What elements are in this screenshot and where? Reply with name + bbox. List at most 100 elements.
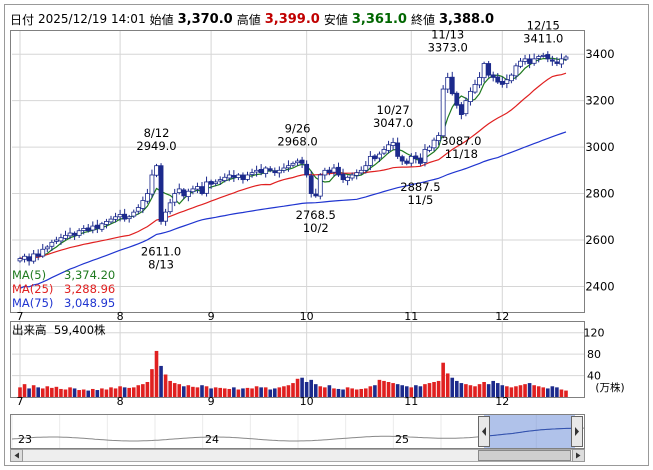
candle-up bbox=[481, 63, 487, 79]
volume-bar bbox=[514, 386, 518, 397]
volume-bar bbox=[195, 387, 200, 397]
candle-up bbox=[349, 174, 355, 179]
ma25-legend-row: MA(25) 3,288.96 bbox=[12, 282, 115, 296]
navigator-label: 25 bbox=[395, 433, 409, 446]
candle-up bbox=[276, 169, 282, 174]
scroll-thumb[interactable] bbox=[478, 450, 571, 461]
volume-bar bbox=[341, 389, 345, 397]
candle-up bbox=[477, 77, 482, 86]
candle-up bbox=[536, 56, 542, 59]
candle-up bbox=[281, 167, 287, 171]
candle-up bbox=[559, 58, 564, 65]
candle-down bbox=[26, 256, 32, 262]
candle-down bbox=[395, 142, 401, 157]
candle-down bbox=[240, 174, 246, 181]
volume-bar bbox=[227, 388, 232, 397]
volume-bar bbox=[532, 385, 536, 397]
volume-bar bbox=[536, 386, 541, 397]
candle-up bbox=[317, 174, 323, 197]
navigator-right-handle[interactable] bbox=[571, 416, 583, 447]
volume-bar bbox=[277, 387, 282, 397]
candle-up bbox=[472, 84, 478, 93]
volume-bar bbox=[259, 387, 263, 397]
navigator[interactable]: 23 24 25 bbox=[10, 414, 585, 449]
annotation-value: 3373.0 bbox=[428, 40, 468, 54]
volume-value: 59,400株 bbox=[53, 323, 106, 337]
volume-bar bbox=[482, 382, 486, 397]
candle-up bbox=[22, 255, 27, 260]
candle-down bbox=[272, 170, 278, 174]
volume-bar bbox=[81, 389, 86, 397]
candle-up bbox=[286, 165, 291, 169]
candle-up bbox=[504, 79, 510, 84]
candle-up bbox=[40, 248, 46, 257]
candle-up bbox=[563, 56, 569, 60]
volume-bar bbox=[254, 386, 259, 397]
candle-up bbox=[44, 246, 50, 250]
candle-up bbox=[390, 142, 396, 146]
volume-bar bbox=[377, 379, 382, 397]
volume-bar bbox=[332, 388, 336, 397]
open-value: 3,370.0 bbox=[177, 11, 233, 27]
candle-up bbox=[63, 234, 68, 239]
candle-up bbox=[131, 211, 137, 217]
volume-bar bbox=[154, 350, 159, 397]
volume-bar bbox=[31, 385, 36, 397]
navigator-left-handle[interactable] bbox=[478, 416, 490, 447]
annotation-value: 2949.0 bbox=[136, 139, 176, 153]
volume-bar bbox=[91, 388, 95, 397]
candle-up bbox=[440, 88, 446, 137]
volume-bar bbox=[232, 387, 236, 397]
candle-up bbox=[108, 218, 114, 223]
volume-bar bbox=[286, 385, 291, 397]
volume-bar bbox=[177, 384, 182, 397]
volume-bar bbox=[63, 389, 68, 397]
volume-bar bbox=[559, 389, 564, 397]
annotation-date: 10/27 bbox=[377, 103, 410, 117]
annotation-date: 10/2 bbox=[303, 221, 329, 235]
candle-up bbox=[367, 156, 373, 166]
volume-bar bbox=[159, 365, 163, 397]
annotation-value: 3047.0 bbox=[373, 116, 413, 130]
volume-bar bbox=[473, 386, 477, 397]
volume-bar bbox=[95, 390, 100, 397]
month-label: 12 bbox=[495, 395, 509, 408]
candle-down bbox=[495, 76, 501, 83]
candle-down bbox=[417, 157, 423, 164]
candle-up bbox=[245, 174, 250, 180]
candle-up bbox=[154, 165, 159, 176]
volume-bar bbox=[382, 380, 386, 397]
volume-bar bbox=[27, 388, 31, 397]
volume-bar bbox=[68, 387, 72, 397]
annotation-value: 2611.0 bbox=[141, 244, 181, 258]
candle-down bbox=[545, 54, 551, 60]
candle-down bbox=[313, 193, 319, 197]
candle-down bbox=[35, 253, 41, 257]
volume-bar bbox=[200, 385, 204, 397]
volume-tick-label: 40 bbox=[587, 370, 601, 383]
price-tick-label: 3400 bbox=[585, 47, 614, 61]
candle-up bbox=[377, 153, 382, 159]
volume-bar bbox=[395, 384, 400, 397]
candle-up bbox=[408, 156, 414, 164]
candle-down bbox=[336, 166, 341, 176]
annotation-value: 3411.0 bbox=[523, 32, 563, 46]
scrollbar[interactable] bbox=[10, 449, 585, 462]
candle-up bbox=[354, 172, 360, 176]
candle-up bbox=[190, 188, 196, 193]
month-label: 7 bbox=[17, 395, 24, 408]
candle-up bbox=[99, 223, 105, 230]
volume-bar bbox=[450, 377, 455, 397]
navigator-label: 24 bbox=[205, 433, 219, 446]
volume-bar bbox=[54, 386, 59, 397]
candle-up bbox=[67, 232, 73, 237]
volume-bar bbox=[236, 389, 241, 397]
candle-up bbox=[167, 202, 173, 213]
candle-up bbox=[249, 172, 255, 175]
candle-up bbox=[463, 100, 469, 115]
volume-bar bbox=[336, 388, 341, 397]
candle-up bbox=[436, 135, 442, 142]
volume-bar bbox=[313, 384, 318, 397]
volume-bar bbox=[459, 383, 464, 397]
volume-bar bbox=[368, 386, 373, 397]
